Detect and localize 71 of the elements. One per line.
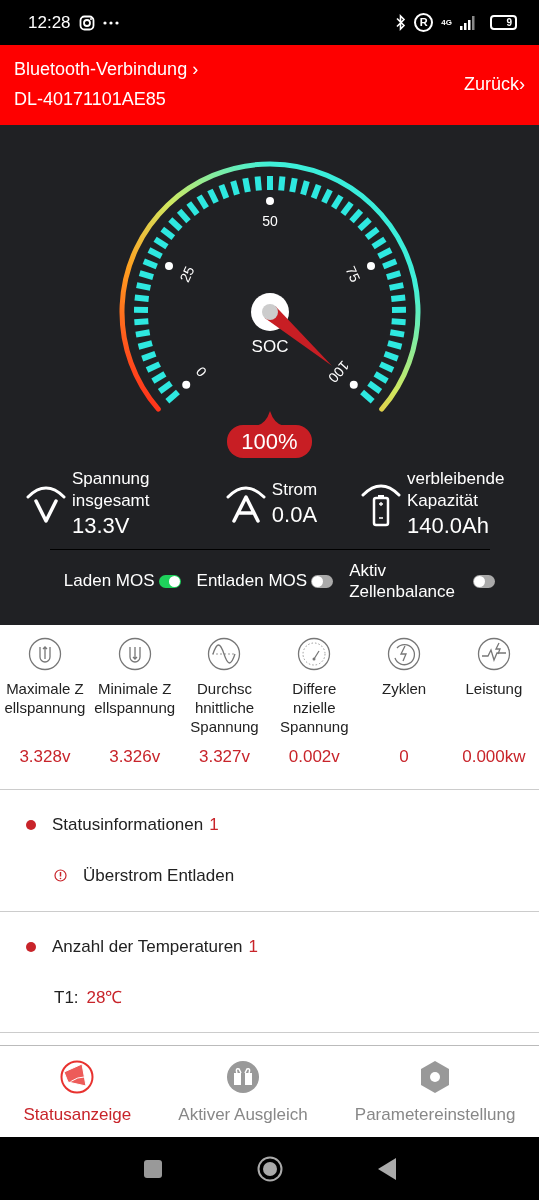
tick-label: 100: [324, 357, 353, 386]
section-title: Statusinformationen: [52, 814, 204, 836]
metric-value: 0.000kw: [462, 745, 526, 768]
camera-icon: [78, 14, 95, 31]
item-count: 1: [209, 814, 219, 836]
nav-tab[interactable]: Statusanzeige: [0, 1046, 155, 1137]
clock-time: 12:28: [28, 11, 71, 34]
tick-dot: [349, 380, 358, 389]
sensor-name: T1:: [54, 986, 79, 1009]
reading-value: 13.3V: [72, 512, 131, 541]
recents-button[interactable]: [143, 1159, 162, 1178]
back-button[interactable]: [377, 1157, 396, 1180]
device-id: DL-40171101AE85: [14, 89, 167, 111]
battery-indicator: 9: [490, 15, 517, 30]
warning-icon: [54, 868, 67, 882]
pulse-icon: [476, 637, 511, 671]
nav-tab[interactable]: Aktiver Ausgleich: [154, 1046, 332, 1137]
tick-label: 50: [261, 212, 278, 229]
gauge-label: SOC: [251, 337, 288, 356]
tick-dot: [366, 261, 375, 270]
metric-value: 3.327v: [198, 745, 250, 768]
item-count: 1: [248, 936, 259, 958]
bullet-dot: [26, 941, 36, 952]
tick-dot: [181, 380, 190, 389]
switch-label: Aktiv Zellenbalance: [349, 559, 456, 603]
metric-value: 3.328v: [19, 745, 71, 768]
section-title: Anzahl der Temperaturen: [52, 936, 243, 958]
metric-value: 0.002v: [288, 745, 340, 768]
metric-label: Minimale Z ellspannung: [93, 680, 177, 718]
cycle-icon: [387, 637, 422, 671]
cell-icon: [27, 637, 62, 671]
more-icon: [102, 20, 119, 25]
switch-label: Entladen MOS: [196, 570, 308, 592]
metric-value: 0: [399, 745, 409, 768]
toggle-switch[interactable]: [158, 574, 181, 588]
reading-label: Spannung insgesamt: [72, 468, 151, 513]
back-link[interactable]: Zurück›: [464, 74, 525, 96]
metric-label: Leistung: [465, 680, 523, 699]
metric-label: Differe nzielle Spannung: [279, 680, 350, 737]
network-type: 4G: [441, 16, 452, 29]
badge-pointer: [255, 411, 284, 426]
reading-label: verbleibende Kapazität: [407, 468, 506, 513]
tick-label: 0: [192, 363, 210, 381]
cell-icon: [117, 637, 152, 671]
signal-icon: [460, 15, 476, 30]
metric-value: 3.326v: [109, 745, 161, 768]
tick-dot: [265, 197, 274, 205]
tick-dot: [164, 261, 173, 270]
dial-icon: [297, 637, 332, 671]
toggle-switch[interactable]: [473, 574, 496, 588]
bluetooth-connection-link[interactable]: Bluetooth-Verbindung ›: [14, 59, 199, 81]
switch-label: Laden MOS: [63, 570, 155, 592]
reading-value: 140.0Ah: [407, 512, 490, 541]
roaming-badge: R: [414, 13, 434, 32]
status-message: Überstrom Entladen: [83, 864, 235, 887]
tick-label: 25: [175, 263, 197, 285]
temperature-value: 28℃: [86, 986, 123, 1009]
tick-label: 75: [342, 263, 364, 285]
metric-label: Maximale Z ellspannung: [3, 680, 87, 718]
metric-label: Zyklen: [382, 680, 427, 699]
reading-value: 0.0A: [271, 501, 318, 530]
bullet-dot: [26, 819, 36, 830]
bluetooth-icon: [396, 14, 407, 31]
home-button[interactable]: [256, 1155, 283, 1182]
globe-icon: [60, 1060, 95, 1094]
nav-tab[interactable]: Parametereinstellung: [331, 1046, 539, 1137]
reading-label: Strom: [271, 479, 318, 502]
toggle-switch[interactable]: [311, 574, 334, 588]
metric-label: Durchsc hnittliche Spannung: [189, 680, 260, 737]
sine-wave-icon: [207, 637, 242, 671]
gift-icon: [226, 1060, 261, 1094]
